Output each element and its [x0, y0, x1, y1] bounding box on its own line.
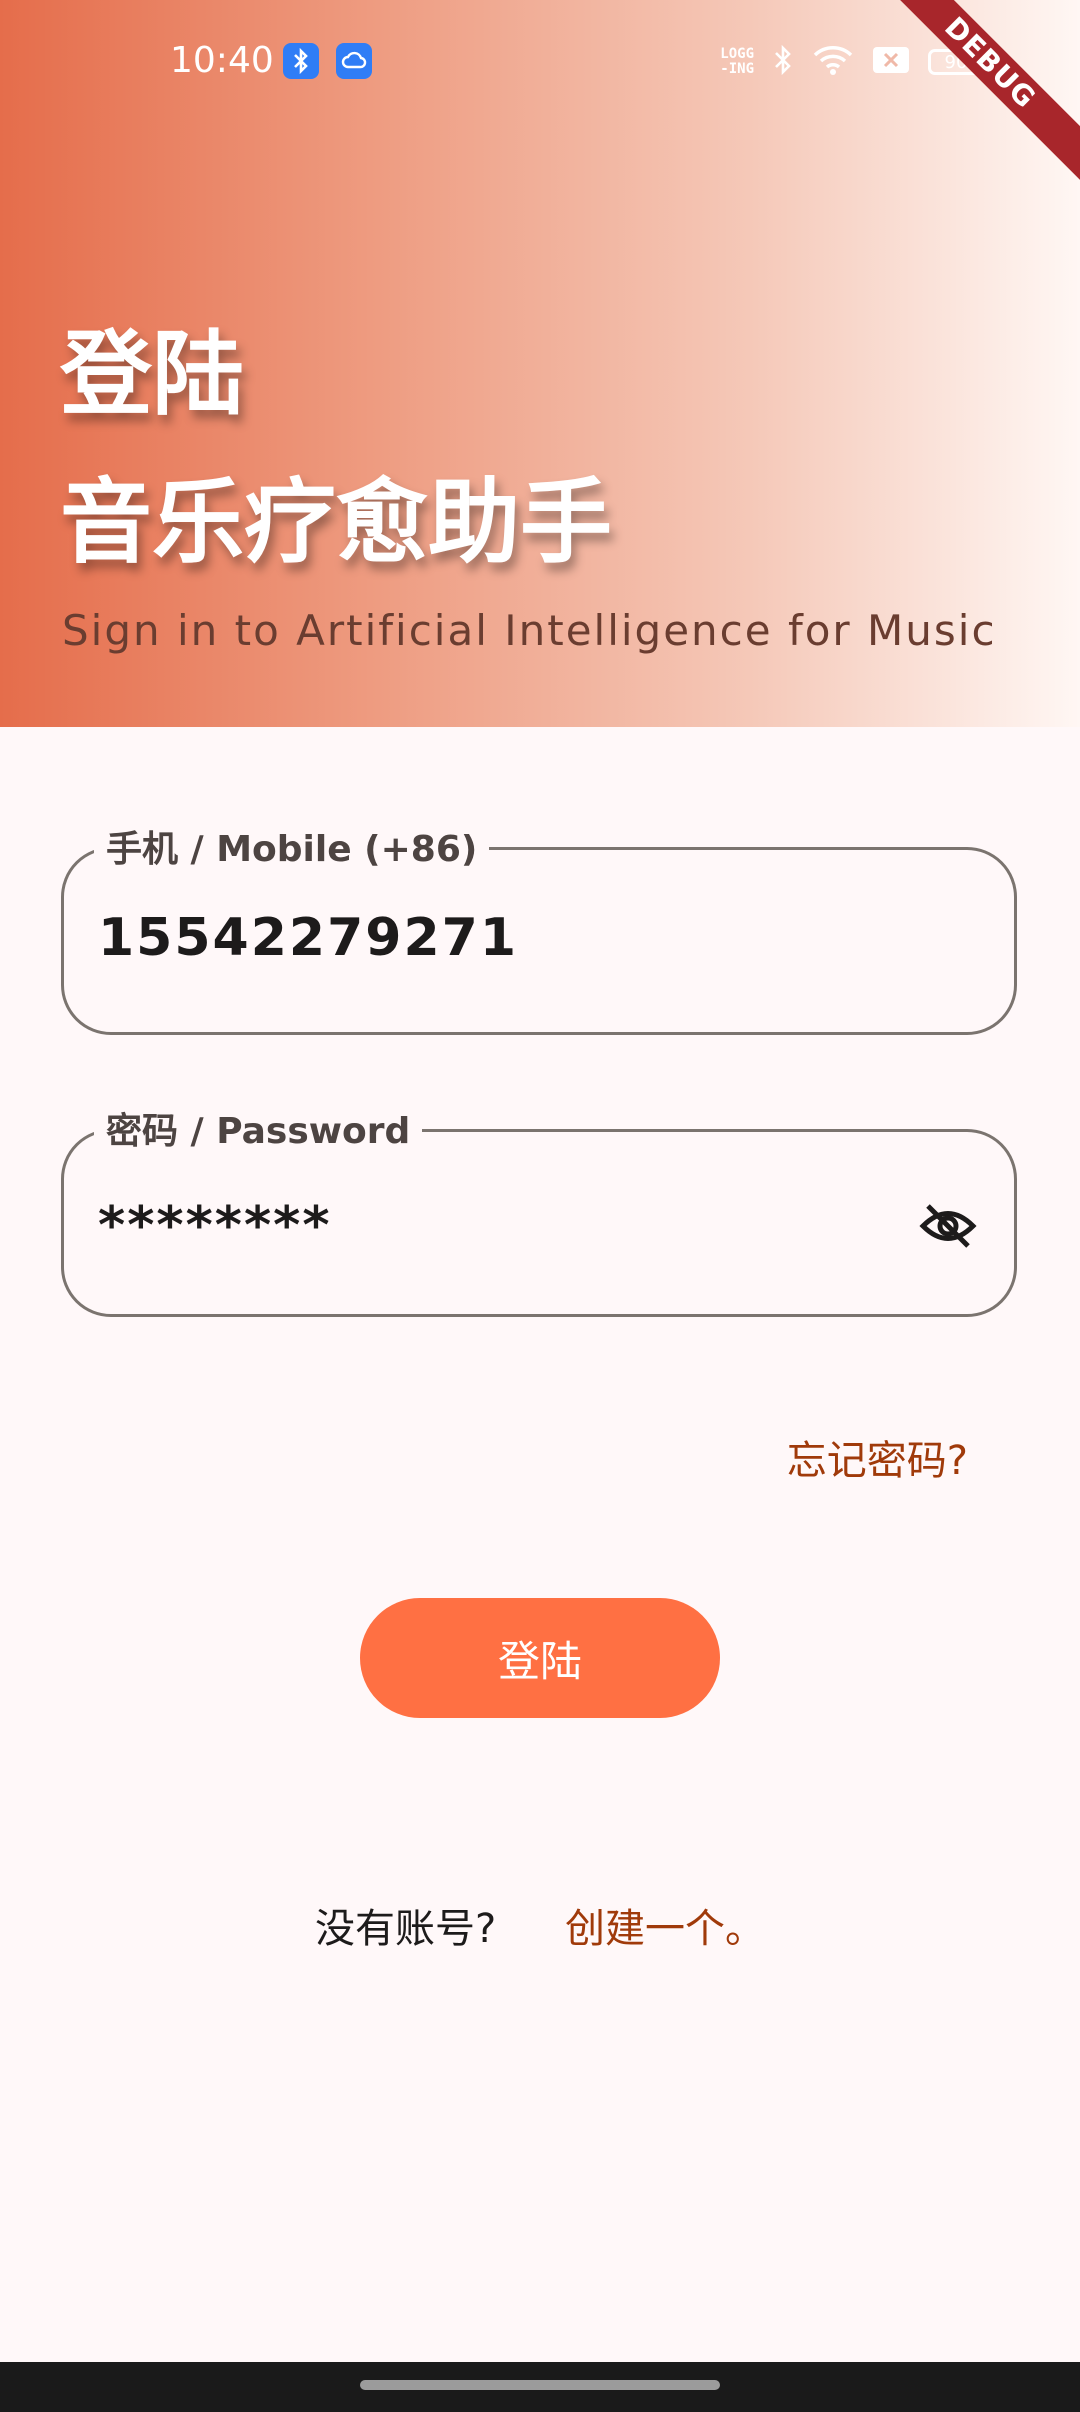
no-sim-icon — [872, 46, 910, 78]
status-time: 10:40 — [170, 40, 274, 81]
password-field[interactable]: 密码 / Password ******** — [61, 1102, 1017, 1317]
logging-icon: LOGG -ING — [720, 46, 754, 77]
header-banner: 10:40 LOGG -ING 90 DEBUG 登陆 音乐疗愈助手 Sign … — [0, 0, 1080, 727]
status-icons: LOGG -ING 90 — [720, 44, 984, 80]
login-button[interactable]: 登陆 — [360, 1598, 720, 1718]
status-bar: 10:40 LOGG -ING 90 — [0, 0, 1080, 126]
visibility-off-icon[interactable] — [918, 1196, 978, 1256]
wifi-icon — [812, 44, 854, 80]
no-account-text: 没有账号? — [315, 1906, 497, 1952]
password-field-label: 密码 / Password — [94, 1102, 423, 1154]
bluetooth-notification-icon — [283, 43, 319, 79]
page-title-line1: 登陆 — [60, 321, 245, 428]
signup-row: 没有账号? 创建一个。 — [0, 1896, 1080, 1954]
bluetooth-icon — [772, 44, 794, 80]
mobile-field-label: 手机 / Mobile (+86) — [94, 820, 490, 872]
mobile-field-value[interactable]: 15542279271 — [98, 908, 518, 968]
page-subtitle: Sign in to Artificial Intelligence for M… — [62, 606, 997, 655]
page-title-line2: 音乐疗愈助手 — [60, 469, 613, 576]
cloud-notification-icon — [336, 43, 372, 79]
mobile-field[interactable]: 手机 / Mobile (+86) 15542279271 — [61, 820, 1017, 1035]
password-field-value[interactable]: ******** — [98, 1196, 332, 1256]
home-indicator[interactable] — [360, 2380, 720, 2390]
forgot-password-link[interactable]: 忘记密码? — [787, 1428, 968, 1486]
create-account-link[interactable]: 创建一个。 — [565, 1906, 765, 1952]
navigation-bar — [0, 2362, 1080, 2412]
